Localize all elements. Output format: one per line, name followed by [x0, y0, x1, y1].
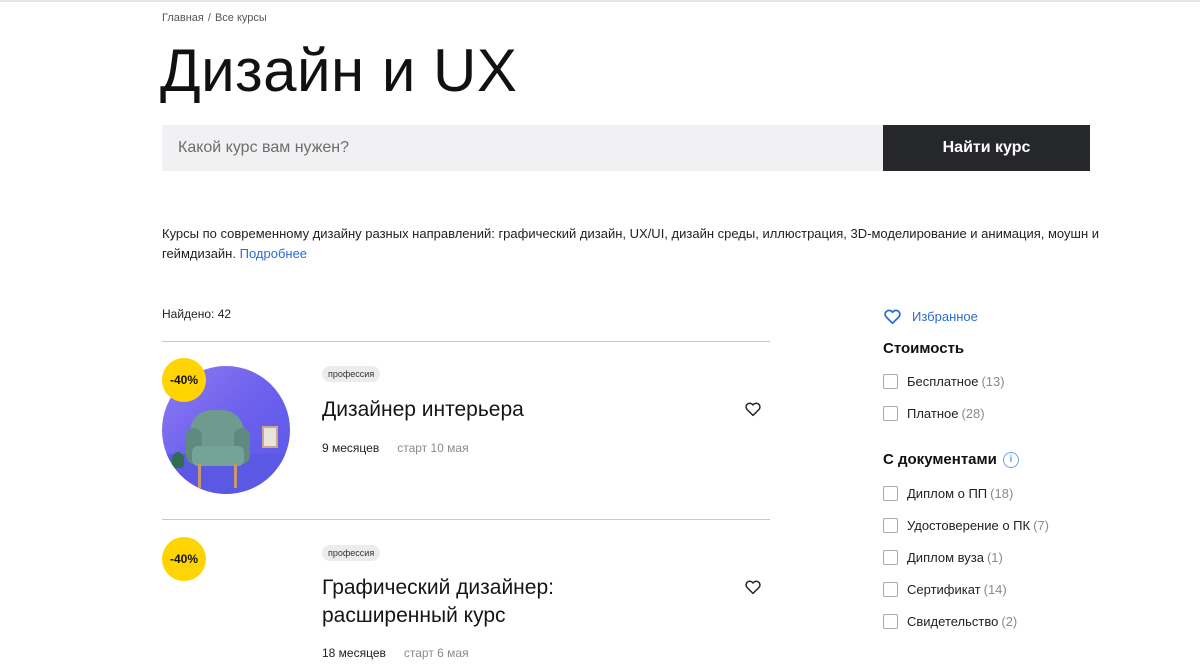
search-button[interactable]: Найти курс [883, 125, 1090, 171]
course-tag: профессия [322, 366, 381, 382]
filter-option-diploma-pp[interactable]: Диплом о ПП (18) [883, 477, 1103, 509]
plant [172, 452, 184, 468]
checkbox[interactable] [883, 581, 898, 597]
course-duration: 18 месяцев [322, 646, 386, 660]
picture-frame [262, 426, 278, 448]
heart-icon[interactable] [744, 400, 762, 418]
info-icon[interactable]: i [1002, 451, 1019, 468]
option-count: (28) [961, 405, 985, 421]
checkbox[interactable] [883, 613, 898, 629]
course-meta: 18 месяцев старт 6 мая [322, 646, 469, 660]
breadcrumb: Главная / Все курсы [162, 12, 267, 24]
filter-option-paid[interactable]: Платное (28) [883, 397, 1103, 429]
option-count: (13) [981, 373, 1005, 389]
option-label: Платное [907, 405, 959, 421]
filters-sidebar: Избранное Стоимость Бесплатное (13) Плат… [883, 305, 1103, 637]
course-start: старт 6 мая [403, 646, 469, 660]
filter-title-cost: Стоимость [883, 340, 1103, 357]
heart-icon[interactable] [744, 578, 762, 596]
breadcrumb-home[interactable]: Главная [162, 12, 204, 24]
heart-icon [884, 309, 901, 324]
checkbox[interactable] [883, 485, 898, 501]
filter-title-text: С документами [883, 451, 997, 468]
page-title: Дизайн и UX [160, 37, 518, 104]
checkbox[interactable] [883, 549, 898, 565]
breadcrumb-separator: / [207, 12, 211, 24]
course-meta: 9 месяцев старт 10 мая [322, 441, 469, 455]
checkbox[interactable] [883, 373, 898, 389]
course-card[interactable]: -40% профессия Дизайнер интерьера 9 меся… [162, 342, 770, 518]
favorites-label: Избранное [912, 308, 978, 324]
favorites-link[interactable]: Избранное [883, 305, 1103, 327]
filter-option-university-diploma[interactable]: Диплом вуза (1) [883, 541, 1103, 573]
document-options: Диплом о ПП (18) Удостоверение о ПК (7) … [883, 477, 1103, 637]
filter-title-text: Стоимость [883, 340, 965, 357]
option-label: Сертификат [907, 581, 981, 597]
armchair-seat [192, 446, 244, 466]
option-count: (14) [983, 581, 1007, 597]
checkbox[interactable] [883, 405, 898, 421]
filter-option-testimonial[interactable]: Свидетельство (2) [883, 605, 1103, 637]
course-title[interactable]: Графический дизайнер: расширенный курс [322, 574, 622, 630]
option-count: (1) [986, 549, 1003, 565]
option-count: (18) [990, 485, 1014, 501]
checkbox[interactable] [883, 517, 898, 533]
course-card[interactable]: -40% профессия Графический дизайнер: рас… [162, 520, 770, 669]
course-duration: 9 месяцев [322, 441, 380, 455]
option-count: (2) [1001, 613, 1018, 629]
discount-badge: -40% [162, 358, 206, 402]
results-count: Найдено: 42 [162, 307, 232, 321]
discount-badge: -40% [162, 537, 206, 581]
filter-option-certificate-pk[interactable]: Удостоверение о ПК (7) [883, 509, 1103, 541]
armchair-leg [234, 464, 237, 488]
course-tag: профессия [322, 545, 381, 561]
course-start: старт 10 мая [397, 441, 469, 455]
course-title[interactable]: Дизайнер интерьера [322, 396, 524, 424]
breadcrumb-current[interactable]: Все курсы [215, 12, 267, 24]
filter-title-documents: С документами i [883, 451, 1103, 468]
cost-options: Бесплатное (13) Платное (28) [883, 365, 1103, 429]
option-count: (7) [1033, 517, 1049, 533]
filter-option-free[interactable]: Бесплатное (13) [883, 365, 1103, 397]
armchair-leg [198, 464, 201, 488]
filter-option-certificate[interactable]: Сертификат (14) [883, 573, 1103, 605]
option-label: Удостоверение о ПК [907, 517, 1031, 533]
option-label: Бесплатное [907, 373, 979, 389]
more-link[interactable]: Подробнее [240, 246, 307, 261]
option-label: Диплом о ПП [907, 485, 988, 501]
search-bar: Найти курс [162, 125, 1090, 171]
top-border [0, 0, 1200, 2]
category-description: Курсы по современному дизайну разных нап… [162, 224, 1102, 264]
option-label: Диплом вуза [907, 549, 984, 565]
option-label: Свидетельство [907, 613, 999, 629]
search-input[interactable] [162, 125, 883, 171]
